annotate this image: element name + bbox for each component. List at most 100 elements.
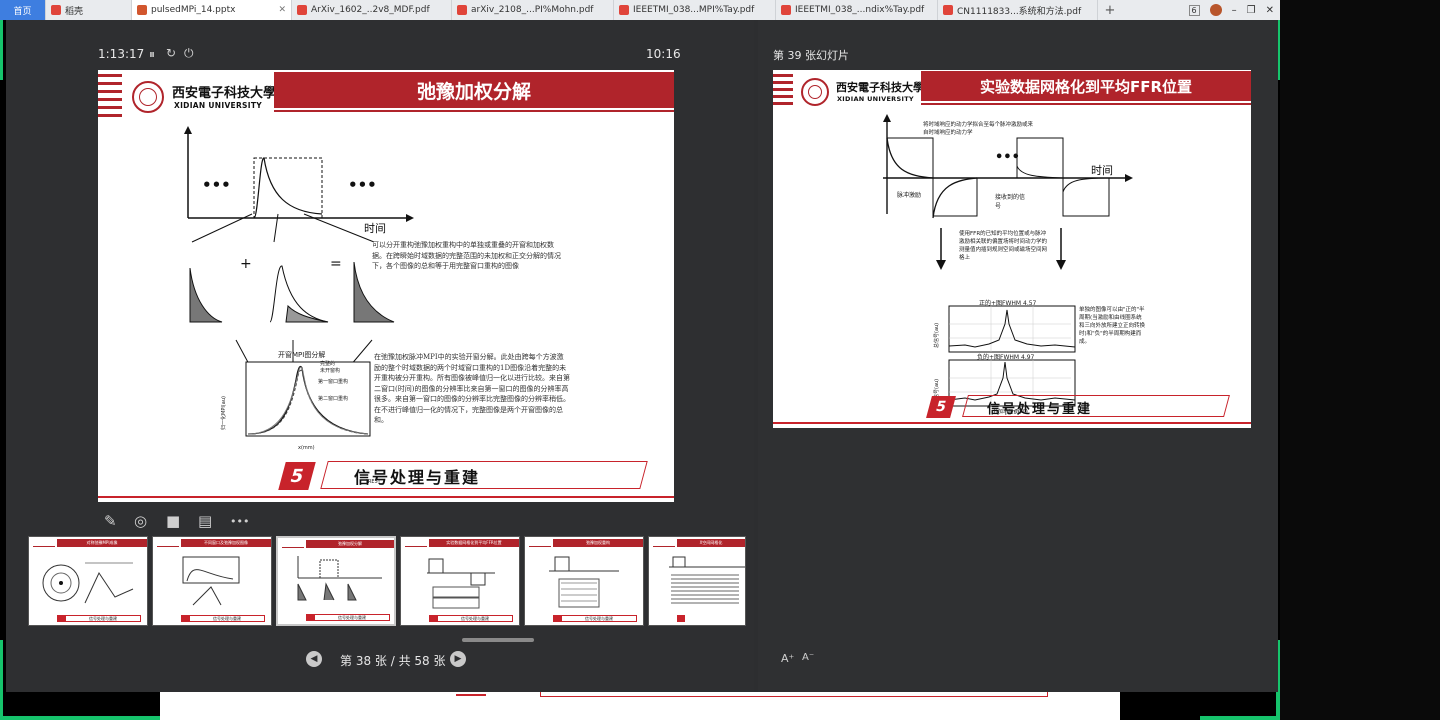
header-stripe [773, 88, 793, 91]
notification-badge[interactable]: 6 [1188, 4, 1200, 16]
thumb-figure [427, 558, 495, 609]
thumb-logo [405, 539, 427, 547]
tab-pdf-4[interactable]: IEEETMI_038_...ndix%Tay.pdf [776, 0, 938, 20]
camera-icon[interactable]: ■ [166, 512, 180, 530]
legend-unwindowed: 未开窗构 [320, 368, 341, 374]
decomposition-figure [189, 213, 395, 367]
plot-title: 开窗MPI图分解 [278, 351, 326, 359]
pdf-icon [457, 5, 467, 15]
tab-home[interactable]: 首页 [0, 0, 46, 20]
thumb-num [181, 615, 189, 622]
presenter-view: 1:13:17 ⏸ ↻ ⏻ 10:16 西安電子科技大學 XIDIAN UNIV… [6, 20, 1278, 692]
screen-share-border [0, 20, 3, 80]
thumbnail-slide[interactable]: 弛豫加权重构 信号处理与重建 [524, 536, 644, 626]
thumb-figure [297, 556, 382, 601]
tab-docer[interactable]: 稻壳 [46, 0, 132, 20]
tab-pdf-3[interactable]: IEEETMI_038...MPI%Tay.pdf [614, 0, 776, 20]
thumbnail-slide[interactable]: 不同窗口及弛豫加权图像 信号处理与重建 [152, 536, 272, 626]
thumb-figure [549, 556, 619, 608]
avatar[interactable] [1209, 4, 1222, 16]
university-logo [801, 78, 829, 106]
header-stripe [98, 114, 122, 117]
new-tab-button[interactable]: + [1098, 3, 1122, 18]
thumb-figure [669, 556, 745, 604]
ellipsis: ••• [995, 150, 1020, 165]
footer-title: 信号处理与重建 [987, 402, 1093, 417]
legend-full: 完整的 [320, 361, 336, 367]
thumb-title: 对称弛豫MPI成像 [57, 539, 147, 547]
equals-sign: = [330, 256, 342, 272]
header-stripe [773, 102, 793, 105]
screen-share-border [1200, 716, 1280, 720]
thumbnail-scrollbar[interactable] [462, 638, 534, 642]
fwhm-negative: 负的+图FWHM 4.97 [977, 354, 1035, 361]
tab-label: pulsedMPi_14.pptx [151, 5, 236, 15]
university-name-cn: 西安電子科技大學 [836, 81, 924, 94]
next-slide-button[interactable]: ▶ [450, 651, 466, 667]
description-bottom: 在弛豫加权脉冲MPI中的实验开窗分解。此处由跨每个方波激励的整个时域数据的两个时… [374, 353, 570, 424]
thumb-logo [33, 539, 55, 547]
thumb-title: 弛豫加权分解 [306, 540, 394, 548]
minimize-button[interactable]: – [1232, 5, 1237, 16]
elapsed-timer: 1:13:17 [98, 47, 145, 61]
tab-pptx[interactable]: pulsedMPi_14.pptx ✕ [132, 0, 292, 20]
restore-button[interactable]: ❐ [1247, 5, 1256, 16]
thumbnail-slide-current[interactable]: 弛豫加权分解 信号处理与重建 [276, 536, 396, 626]
thumb-footer: 信号处理与重建 [314, 614, 390, 621]
header-stripe [98, 74, 122, 77]
thumb-footer: 信号处理与重建 [561, 615, 637, 622]
tab-label: 稻壳 [65, 6, 84, 17]
reset-icon[interactable]: ↻ [166, 46, 176, 60]
header-stripe [773, 74, 793, 77]
thumbnail-slide[interactable]: 实验数据网格化到平均FFR位置 信号处理与重建 [400, 536, 520, 626]
header-stripe [773, 81, 793, 84]
university-name-en: XIDIAN UNIVERSITY [837, 95, 914, 103]
next-slide-preview[interactable]: 西安電子科技大學 XIDIAN UNIVERSITY 实验数据网格化到平均FFR… [773, 70, 1251, 428]
tab-label: CN1111833...系统和方法.pdf [957, 6, 1082, 17]
current-slide-pane: 1:13:17 ⏸ ↻ ⏻ 10:16 西安電子科技大學 XIDIAN UNIV… [6, 20, 754, 692]
thumb-footer: 信号处理与重建 [189, 615, 265, 622]
time-axis-label: 时间 [1091, 164, 1113, 177]
mpi-decomposition-plot [245, 361, 371, 437]
ellipsis-left: ••• [202, 176, 231, 194]
pdf-icon [297, 5, 307, 15]
font-increase-button[interactable]: A⁺ [781, 652, 794, 665]
docer-icon [51, 5, 61, 15]
pen-icon[interactable]: ✎ [104, 512, 117, 530]
prev-slide-button[interactable]: ◀ [306, 651, 322, 667]
tab-pdf-2[interactable]: arXiv_2108_...PI%Mohn.pdf [452, 0, 614, 20]
note-mid: 使用FFR的已知的平均位置或与脉冲激励相关联的偏置场将时间动力学的测量值内插到规… [959, 231, 1048, 261]
footer-ref: [RE5] [1005, 410, 1019, 416]
laser-pointer-icon[interactable]: ◎ [134, 512, 147, 530]
current-slide[interactable]: 西安電子科技大學 XIDIAN UNIVERSITY 弛豫加权分解 ••• ••… [98, 70, 674, 502]
footer-line [98, 496, 674, 498]
subtitle-icon[interactable]: ▤ [198, 512, 212, 530]
tab-pdf-5[interactable]: CN1111833...系统和方法.pdf [938, 0, 1098, 20]
next-slide-pane: 第 39 张幻灯片 西安電子科技大學 XIDIAN UNIVERSITY 实验数… [758, 20, 1278, 692]
received-signal-label: 接收到的信号 [995, 194, 1026, 210]
header-stripe [773, 95, 793, 98]
title-underline [921, 103, 1251, 105]
tab-pdf-1[interactable]: ArXiv_1602_..2v8_MDF.pdf [292, 0, 452, 20]
font-decrease-button[interactable]: A⁻ [802, 652, 814, 663]
pdf-icon [943, 5, 953, 15]
footer-section-number: 5 [278, 462, 316, 490]
tab-label: IEEETMI_038_...ndix%Tay.pdf [795, 5, 925, 15]
university-name-en: XIDIAN UNIVERSITY [174, 101, 262, 110]
more-options-icon[interactable]: ••• [230, 515, 249, 528]
side-dark-area [1280, 0, 1440, 720]
pause-icon[interactable]: ⏸ [149, 47, 155, 62]
thumbnail-slide[interactable]: 对称弛豫MPI成像 信号处理与重建 [28, 536, 148, 626]
pulse-label: 脉冲激励 [897, 192, 922, 199]
footer-fragment [456, 694, 486, 696]
university-logo [132, 81, 164, 113]
clock: 10:16 [646, 47, 681, 61]
side-note: 单独的图像可以由"正的"半周期(当激励和由线圈系统和三向外放所建立正向转换时)和… [1079, 307, 1146, 345]
thumbnail-slide[interactable]: X空间网格化 [648, 536, 746, 626]
close-icon[interactable]: ✕ [272, 5, 286, 15]
thumb-num [553, 615, 561, 622]
stop-icon[interactable]: ⏻ [184, 46, 194, 61]
thumb-num [429, 615, 437, 622]
screen-share-border [0, 640, 3, 720]
close-window-button[interactable]: ✕ [1266, 5, 1274, 16]
